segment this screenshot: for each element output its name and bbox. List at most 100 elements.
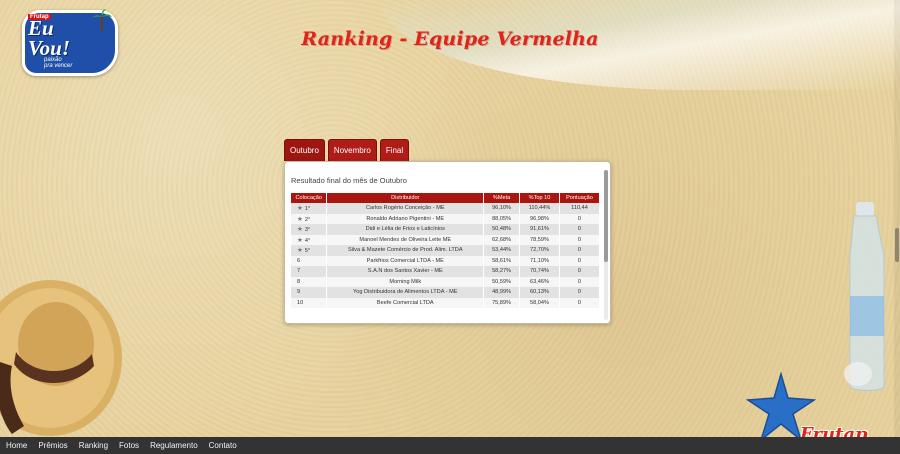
cell-distribuidor: Parkfrios Comercial LTDA - ME	[326, 255, 485, 266]
table-row: ★ 4° Manoel Mendes de Oliveira Leite ME 62,…	[291, 234, 600, 245]
logo-tagline: paixão pra vencer	[44, 57, 72, 69]
cell-meta: 53,44%	[483, 245, 521, 256]
col-header-meta: %Meta	[483, 193, 521, 203]
table-row: 9 Yog Distribuidora de Alimentos LTDA - M…	[291, 287, 600, 298]
cell-colocacao: ★ 5°	[291, 245, 328, 256]
cell-meta: 88,05%	[483, 213, 521, 224]
table-row: 6 Parkfrios Comercial LTDA - ME 58,61% 71,1…	[291, 255, 600, 266]
cell-meta: 96,10%	[483, 203, 521, 214]
cell-colocacao: ★ 2°	[291, 213, 328, 224]
cell-pontuacao: 0	[559, 266, 600, 277]
cell-top10: 60,13%	[519, 287, 560, 298]
cell-distribuidor: Didi e Lélia de Frios e Laticínios	[326, 224, 485, 235]
star-icon: ★	[297, 215, 303, 223]
cell-top10: 70,74%	[519, 266, 560, 277]
cell-top10: 71,10%	[519, 255, 560, 266]
cell-top10: 96,98%	[519, 213, 560, 224]
cell-distribuidor: Manoel Mendes de Oliveira Leite ME	[326, 234, 485, 245]
table-row: ★ 1° Carlos Rogério Conceição - ME 96,10% 11…	[291, 203, 600, 214]
table-row: 10 Beefe Comercial LTDA 75,89% 58,04% 0	[291, 297, 600, 308]
cell-pontuacao: 0	[559, 255, 600, 266]
cell-colocacao-text: 6	[297, 257, 301, 264]
table-header-row: Colocação Distribuidor %Meta %Top 10 Pon…	[291, 193, 600, 203]
star-icon: ★	[297, 226, 303, 234]
cell-meta: 58,61%	[483, 255, 521, 266]
cell-top10: 58,04%	[519, 297, 560, 308]
cell-colocacao-text: 4°	[304, 237, 311, 244]
logo-main-line2: Vou!	[28, 36, 71, 60]
cell-meta: 75,89%	[483, 297, 521, 308]
cell-pontuacao: 0	[559, 245, 600, 256]
col-header-top10: %Top 10	[519, 193, 560, 203]
nav-ranking[interactable]: Ranking	[79, 441, 108, 450]
cell-colocacao: ★ 4°	[291, 234, 328, 245]
cell-colocacao-text: 3°	[304, 227, 311, 234]
cell-meta: 48,99%	[483, 287, 521, 298]
cell-colocacao-text: 5°	[304, 248, 311, 255]
cell-pontuacao: 110,44	[559, 203, 600, 214]
water-bottle-decoration	[844, 202, 885, 391]
ranking-panel: Resultado final do mês de Outubro Coloca…	[284, 161, 611, 324]
cell-pontuacao: 0	[559, 224, 600, 235]
cell-top10: 110,44%	[519, 203, 560, 214]
table-row: 7 S.A.N dos Santos Xavier - ME 58,27% 70,74…	[291, 266, 600, 277]
cell-pontuacao: 0	[559, 213, 600, 224]
table-scrollbar[interactable]	[604, 170, 608, 320]
cell-distribuidor: Silva & Mazete Comércio de Prod. Alim. L…	[326, 245, 485, 256]
nav-contato[interactable]: Contato	[209, 441, 237, 450]
ranking-table: Colocação Distribuidor %Meta %Top 10 Pon…	[291, 193, 600, 308]
cell-pontuacao: 0	[559, 297, 600, 308]
cell-meta: 50,48%	[483, 224, 521, 235]
cell-meta: 50,59%	[483, 276, 521, 287]
palm-tree-icon	[92, 9, 112, 32]
star-icon: ★	[297, 236, 303, 244]
table-scroll-thumb[interactable]	[604, 170, 608, 262]
cell-pontuacao: 0	[559, 276, 600, 287]
cell-colocacao: 10	[291, 297, 328, 308]
page-title: Ranking - Equipe Vermelha	[301, 28, 599, 50]
cell-colocacao: 6	[291, 255, 328, 266]
logo-main-line1: Eu	[28, 16, 54, 40]
table-row: ★ 3° Didi e Lélia de Frios e Laticínios 50,…	[291, 224, 600, 235]
cell-colocacao-text: 7	[297, 268, 301, 275]
footer-nav: Home Prêmios Ranking Fotos Regulamento C…	[0, 437, 900, 454]
tab-outubro[interactable]: Outubro	[284, 139, 325, 161]
nav-home[interactable]: Home	[6, 441, 27, 450]
tab-novembro[interactable]: Novembro	[327, 139, 377, 161]
cell-colocacao: ★ 1°	[291, 203, 328, 214]
col-header-pontuacao: Pontuação	[559, 193, 600, 203]
star-icon: ★	[297, 247, 303, 255]
cell-colocacao: ★ 3°	[291, 224, 328, 235]
tab-final[interactable]: Final	[379, 139, 410, 161]
cell-top10: 78,59%	[519, 234, 560, 245]
cell-colocacao-text: 9	[297, 289, 301, 296]
cell-pontuacao: 0	[559, 234, 600, 245]
cell-colocacao-text: 2°	[304, 216, 311, 223]
cell-pontuacao: 0	[559, 287, 600, 298]
star-icon: ★	[297, 205, 303, 213]
cell-distribuidor: Beefe Comercial LTDA	[326, 297, 485, 308]
cell-distribuidor: Carlos Rogério Conceição - ME	[326, 203, 485, 214]
straw-hat-decoration	[0, 280, 122, 436]
cell-colocacao-text: 8	[297, 278, 301, 285]
cell-meta: 62,68%	[483, 234, 521, 245]
table-row: 8 Morning Milk 50,59% 63,46% 0	[291, 276, 600, 287]
col-header-colocacao: Colocação	[291, 193, 328, 203]
table-row: ★ 5° Silva & Mazete Comércio de Prod. Alim…	[291, 245, 600, 256]
eu-vou-logo[interactable]: Frutap Eu Vou! paixão pra vencer	[18, 6, 126, 80]
cell-colocacao: 7	[291, 266, 328, 277]
cell-top10: 72,70%	[519, 245, 560, 256]
cell-distribuidor: S.A.N dos Santos Xavier - ME	[326, 266, 485, 277]
cell-colocacao-text: 1°	[304, 206, 311, 213]
logo-tagline-line2: pra vencer	[44, 63, 73, 69]
logo-main-text: Eu Vou!	[28, 16, 71, 60]
nav-regulamento[interactable]: Regulamento	[150, 441, 198, 450]
col-header-distribuidor: Distribuidor	[326, 193, 485, 203]
nav-premios[interactable]: Prêmios	[38, 441, 67, 450]
nav-fotos[interactable]: Fotos	[119, 441, 139, 450]
cell-colocacao: 9	[291, 287, 328, 298]
cell-distribuidor: Morning Milk	[326, 276, 485, 287]
cell-colocacao: 8	[291, 276, 328, 287]
cell-top10: 63,46%	[519, 276, 560, 287]
ranking-table-scroll[interactable]: Colocação Distribuidor %Meta %Top 10 Pon…	[291, 193, 600, 321]
